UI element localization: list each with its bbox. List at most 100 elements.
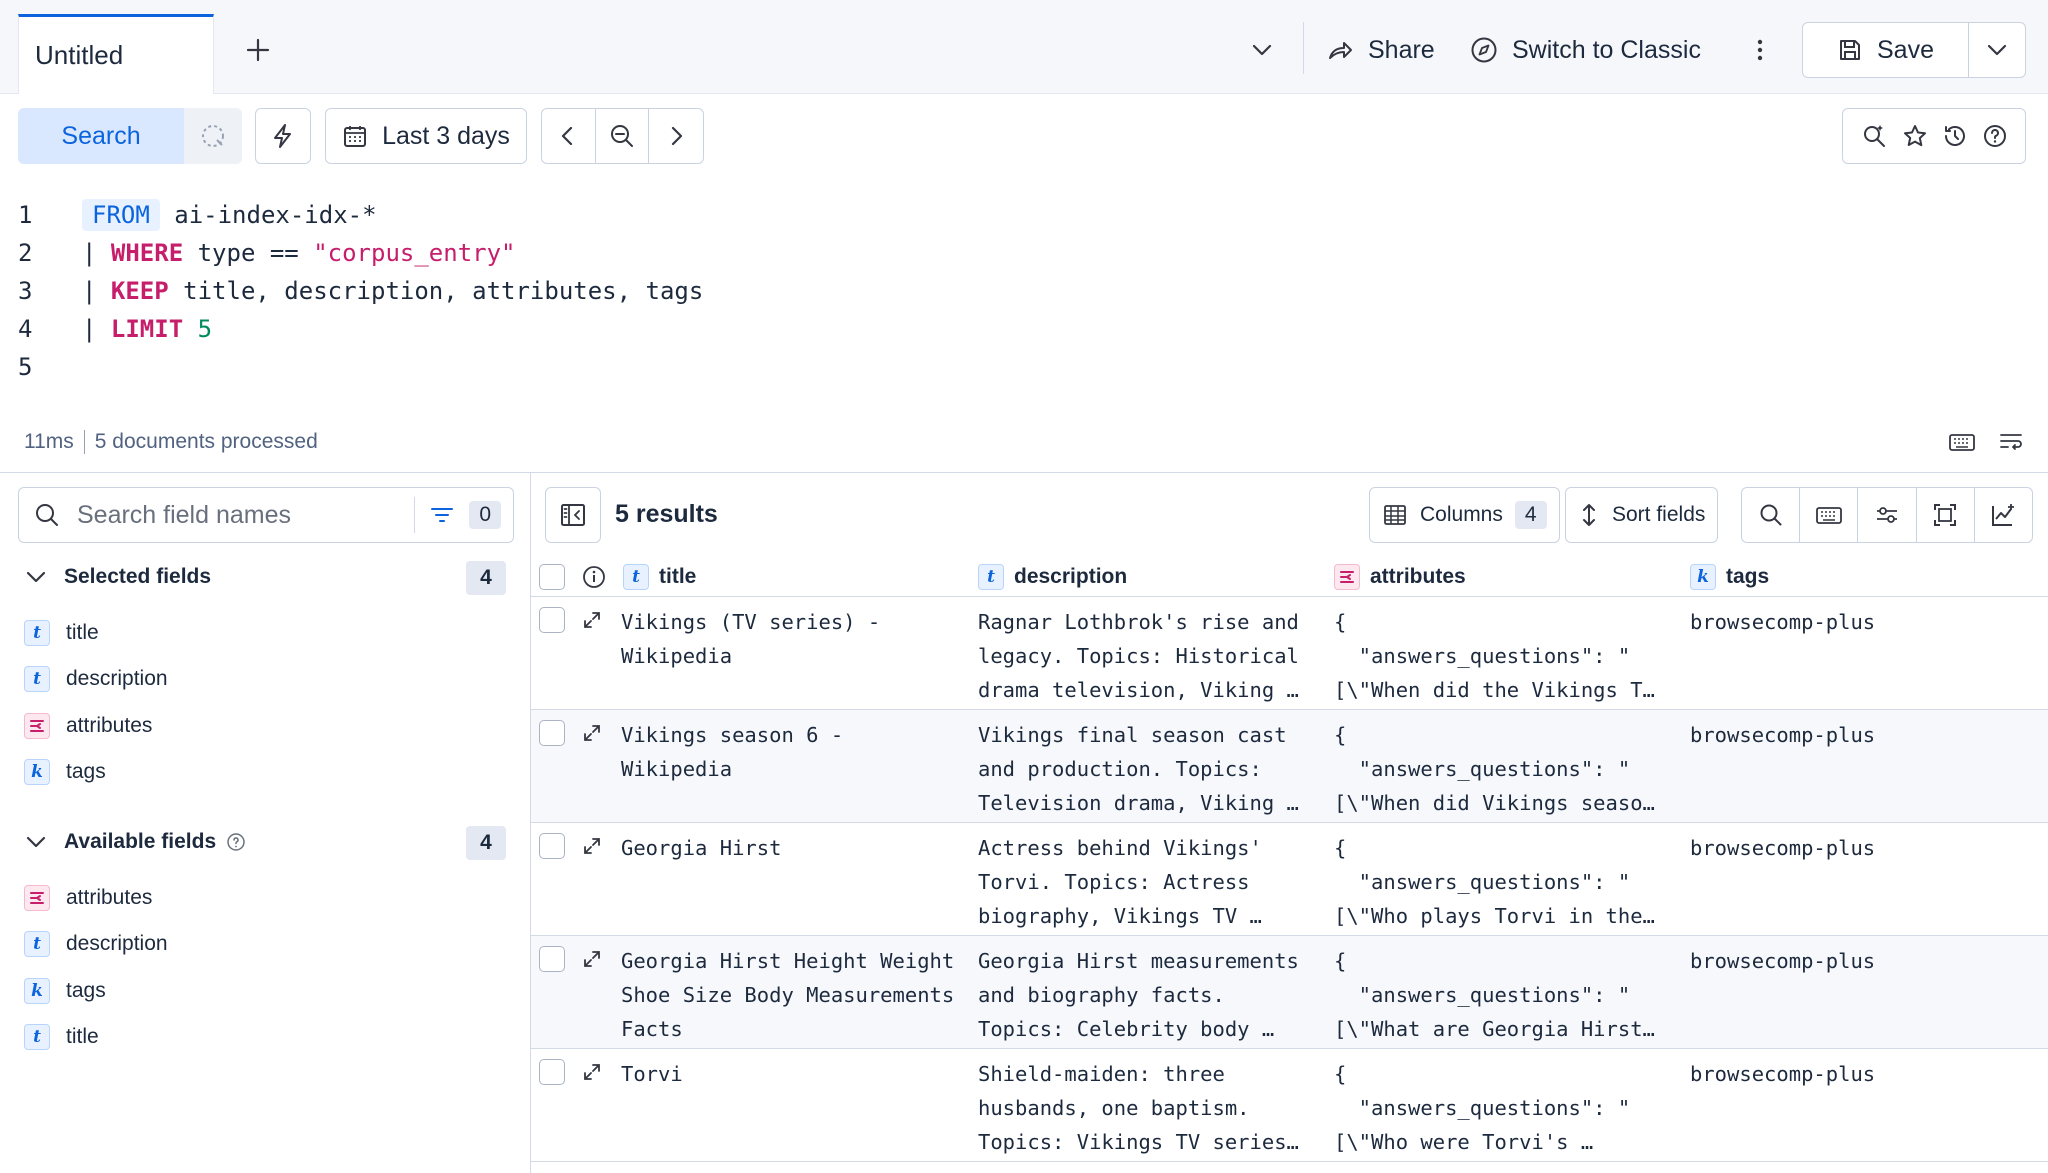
cell-tags: browsecomp-plus bbox=[1690, 610, 1876, 634]
cell-title: Vikings (TV series) - Wikipedia bbox=[621, 610, 881, 668]
field-item-title[interactable]: t title bbox=[24, 618, 99, 648]
row-checkbox[interactable] bbox=[539, 607, 565, 633]
share-button[interactable]: Share bbox=[1326, 26, 1435, 74]
share-icon bbox=[1329, 42, 1352, 59]
grid-search-button[interactable] bbox=[1742, 488, 1801, 542]
selected-fields-toggle[interactable]: Selected fields 4 bbox=[24, 561, 514, 595]
editor-line: 4 | LIMIT 5 bbox=[18, 310, 212, 348]
tabs-menu-button[interactable] bbox=[1242, 30, 1282, 70]
search-button[interactable]: Search bbox=[18, 108, 184, 164]
expand-icon[interactable] bbox=[581, 948, 603, 970]
line-number: 3 bbox=[18, 277, 33, 305]
grid-keyboard-button[interactable] bbox=[1800, 488, 1859, 542]
field-item-description[interactable]: t description bbox=[24, 929, 168, 959]
expand-icon[interactable] bbox=[581, 835, 603, 857]
search-label: Search bbox=[61, 121, 141, 150]
field-item-title[interactable]: t title bbox=[24, 1022, 99, 1052]
chevron-down-icon bbox=[1987, 44, 2007, 56]
date-range-label: Last 3 days bbox=[382, 121, 510, 150]
toggle-sidebar-button[interactable] bbox=[545, 487, 601, 543]
field-name: description bbox=[66, 932, 168, 955]
column-header-description[interactable]: t description bbox=[978, 557, 1127, 597]
switch-to-classic-button[interactable]: Switch to Classic bbox=[1470, 26, 1701, 74]
calendar-icon bbox=[344, 126, 367, 147]
table-row[interactable]: Georgia Hirst Actress behind Vikings' To… bbox=[531, 823, 2048, 936]
available-fields-toggle[interactable]: Available fields 4 bbox=[24, 826, 514, 860]
field-filter-button[interactable]: 0 bbox=[414, 497, 513, 533]
table-row[interactable]: Vikings (TV series) - Wikipedia Ragnar L… bbox=[531, 597, 2048, 710]
cell-tags: browsecomp-plus bbox=[1690, 723, 1876, 747]
favorite-button[interactable] bbox=[1902, 123, 1928, 149]
save-label: Save bbox=[1877, 35, 1934, 64]
column-label: title bbox=[659, 565, 697, 588]
quick-actions-button[interactable] bbox=[255, 108, 311, 164]
columns-label: Columns bbox=[1420, 503, 1503, 526]
info-icon[interactable] bbox=[226, 832, 246, 852]
cell-description: Actress behind Vikings' Torvi. Topics: A… bbox=[978, 836, 1262, 928]
field-search-placeholder: Search field names bbox=[77, 500, 292, 529]
ai-assistant-button[interactable] bbox=[1860, 122, 1888, 150]
cell-description: Shield-maiden: three husbands, one bapti… bbox=[978, 1062, 1299, 1154]
field-name: title bbox=[66, 1025, 99, 1048]
share-label: Share bbox=[1368, 35, 1435, 64]
column-header-tags[interactable]: k tags bbox=[1690, 557, 1769, 597]
more-options-button[interactable] bbox=[1748, 26, 1772, 74]
zoom-out-button[interactable] bbox=[596, 109, 650, 163]
expand-icon[interactable] bbox=[581, 609, 603, 631]
plus-icon bbox=[246, 38, 270, 62]
expand-icon[interactable] bbox=[581, 722, 603, 744]
column-header-attributes[interactable]: attributes bbox=[1334, 557, 1466, 597]
grid-display-settings-button[interactable] bbox=[1858, 488, 1917, 542]
select-all-checkbox[interactable] bbox=[539, 557, 565, 597]
help-button[interactable] bbox=[1982, 123, 2008, 149]
keyword-where: WHERE bbox=[110, 239, 184, 267]
field-item-description[interactable]: t description bbox=[24, 664, 168, 694]
time-next-button[interactable] bbox=[649, 109, 703, 163]
grid-visualize-button[interactable] bbox=[1975, 488, 2032, 542]
grid-fullscreen-button[interactable] bbox=[1917, 488, 1975, 542]
row-checkbox[interactable] bbox=[539, 1059, 565, 1085]
date-picker-button[interactable]: Last 3 days bbox=[325, 108, 527, 164]
save-button[interactable]: Save bbox=[1803, 23, 1969, 77]
refresh-button[interactable] bbox=[184, 108, 242, 164]
grid-header: t title t description attributes k tags bbox=[531, 557, 2048, 597]
columns-button[interactable]: Columns 4 bbox=[1369, 487, 1560, 543]
column-header-title[interactable]: t title bbox=[623, 557, 696, 597]
tab-untitled[interactable]: Untitled bbox=[18, 14, 214, 94]
query-history-button[interactable] bbox=[1942, 123, 1968, 149]
chevron-right-icon bbox=[672, 126, 683, 146]
save-options-button[interactable] bbox=[1969, 23, 2025, 77]
wrap-text-button[interactable] bbox=[1998, 430, 2024, 454]
sort-fields-button[interactable]: Sort fields bbox=[1565, 487, 1719, 543]
field-item-tags[interactable]: k tags bbox=[24, 976, 106, 1006]
pipe: | bbox=[82, 315, 111, 343]
chevron-left-icon bbox=[562, 126, 573, 146]
row-checkbox[interactable] bbox=[539, 946, 565, 972]
pipe: | bbox=[82, 277, 111, 305]
sidebar-collapse-icon bbox=[561, 504, 585, 526]
results-count: 5 results bbox=[615, 500, 718, 528]
row-checkbox[interactable] bbox=[539, 720, 565, 746]
cell-title: Vikings season 6 - Wikipedia bbox=[621, 723, 844, 781]
line-number: 2 bbox=[18, 239, 33, 267]
table-row[interactable]: Torvi Shield-maiden: three husbands, one… bbox=[531, 1049, 2048, 1162]
table-row[interactable]: Georgia Hirst Height Weight Shoe Size Bo… bbox=[531, 936, 2048, 1049]
chevron-down-icon bbox=[26, 571, 46, 583]
row-info-button[interactable] bbox=[581, 557, 607, 597]
line-number: 4 bbox=[18, 315, 33, 343]
field-item-attributes[interactable]: attributes bbox=[24, 711, 152, 741]
line-code: FROM ai-index-idx-* bbox=[82, 199, 377, 231]
row-checkbox[interactable] bbox=[539, 833, 565, 859]
field-item-attributes[interactable]: attributes bbox=[24, 883, 152, 913]
object-type-icon bbox=[1334, 564, 1360, 590]
filter-count-badge: 0 bbox=[469, 501, 501, 529]
keyboard-shortcuts-button[interactable] bbox=[1948, 430, 1976, 454]
time-prev-button[interactable] bbox=[542, 109, 596, 163]
add-tab-button[interactable] bbox=[238, 30, 278, 70]
field-name: title bbox=[66, 621, 99, 644]
expand-icon[interactable] bbox=[581, 1061, 603, 1083]
field-search-input[interactable]: Search field names 0 bbox=[18, 487, 514, 543]
search-button-group: Search bbox=[18, 108, 242, 164]
field-item-tags[interactable]: k tags bbox=[24, 757, 106, 787]
table-row[interactable]: Vikings season 6 - Wikipedia Vikings fin… bbox=[531, 710, 2048, 823]
